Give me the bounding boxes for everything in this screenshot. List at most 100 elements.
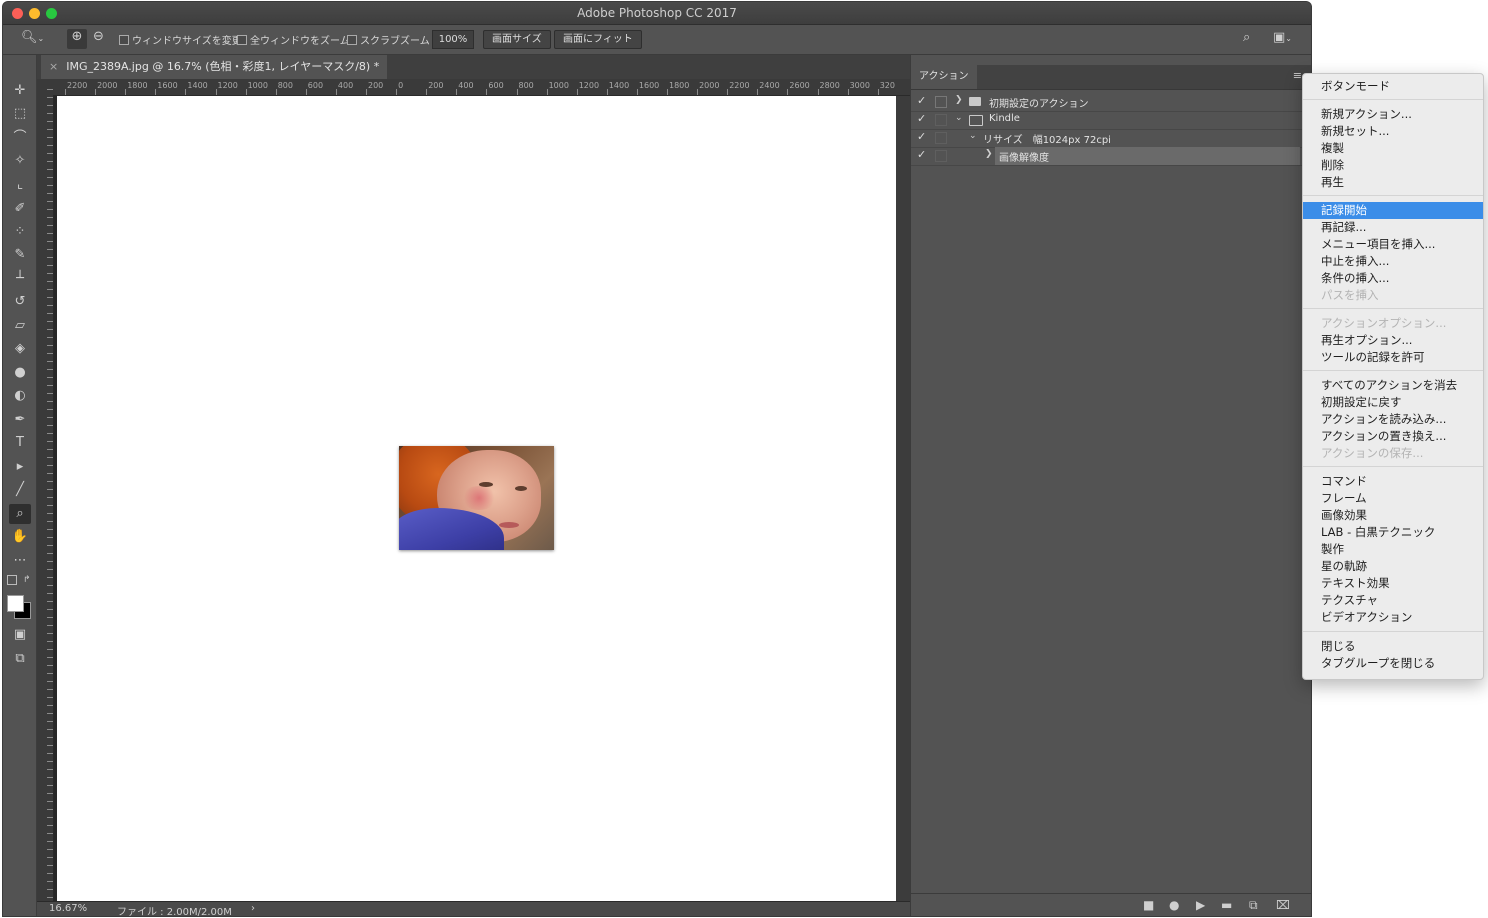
scrubby-zoom-checkbox[interactable]: スクラブズーム (347, 32, 430, 47)
toggle-check-icon[interactable]: ✓ (917, 112, 926, 125)
pen-icon[interactable]: ✒ (9, 410, 31, 430)
dialog-toggle-icon[interactable] (935, 96, 947, 108)
menu-item[interactable]: ボタンモード (1303, 78, 1483, 95)
toggle-check-icon[interactable]: ✓ (917, 130, 926, 143)
menu-item[interactable]: 製作 (1303, 541, 1483, 558)
dialog-toggle-icon[interactable] (935, 114, 947, 126)
stamp-icon[interactable]: ┴ (9, 269, 31, 289)
menu-item[interactable]: 閉じる (1303, 638, 1483, 655)
action-set-kindle[interactable]: ✓ ⌄ Kindle (911, 111, 1311, 130)
menu-item[interactable]: フレーム (1303, 490, 1483, 507)
menu-item[interactable]: 新規セット... (1303, 123, 1483, 140)
fit-screen-button[interactable]: 画面にフィット (554, 30, 642, 49)
blur-icon[interactable]: ● (9, 363, 31, 383)
healing-icon[interactable]: ⁘ (9, 222, 31, 242)
menu-item[interactable]: 記録開始 (1303, 202, 1483, 219)
search-icon[interactable]: ⌕ (1243, 30, 1250, 45)
menu-separator (1303, 631, 1483, 632)
marquee-icon[interactable]: ⬚ (9, 104, 31, 124)
menu-item[interactable]: 条件の挿入... (1303, 270, 1483, 287)
menu-item[interactable]: ツールの記録を許可 (1303, 349, 1483, 366)
quick-mask-icon[interactable]: ▣ (9, 625, 31, 645)
status-zoom[interactable]: 16.67% (49, 903, 87, 914)
type-icon[interactable]: T (9, 433, 31, 453)
line-icon[interactable]: ╱ (9, 480, 31, 500)
dodge-icon[interactable]: ◐ (9, 386, 31, 406)
trash-icon[interactable]: ⌧ (1276, 898, 1290, 912)
foreground-color-swatch[interactable] (7, 595, 24, 612)
menu-item[interactable]: 再記録... (1303, 219, 1483, 236)
document-canvas[interactable] (57, 96, 896, 901)
screen-mode-icon[interactable]: ⧉ (9, 649, 31, 669)
menu-item[interactable]: 削除 (1303, 157, 1483, 174)
menu-item[interactable]: テクスチャ (1303, 592, 1483, 609)
action-name: リサイズ 幅1024px 72cpi (983, 135, 1111, 146)
ruler-label: 600 (488, 81, 504, 90)
zoom-in-icon[interactable]: ⊕ (67, 29, 87, 49)
dialog-toggle-icon[interactable] (935, 150, 947, 162)
status-menu-arrow-icon[interactable]: › (251, 903, 255, 914)
toggle-check-icon[interactable]: ✓ (917, 148, 926, 161)
dialog-toggle-icon[interactable] (935, 132, 947, 144)
menu-item[interactable]: ビデオアクション (1303, 609, 1483, 626)
history-brush-icon[interactable]: ↺ (9, 292, 31, 312)
action-item-resize[interactable]: ✓ ⌄ リサイズ 幅1024px 72cpi (911, 129, 1311, 148)
close-tab-icon[interactable]: × (49, 60, 58, 73)
menu-item[interactable]: 再生 (1303, 174, 1483, 191)
play-icon[interactable]: ▶ (1196, 898, 1205, 912)
menu-item[interactable]: メニュー項目を挿入... (1303, 236, 1483, 253)
menu-item[interactable]: アクションの置き換え... (1303, 428, 1483, 445)
menu-item[interactable]: アクションを読み込み... (1303, 411, 1483, 428)
menu-item[interactable]: テキスト効果 (1303, 575, 1483, 592)
record-icon[interactable]: ● (1169, 898, 1179, 912)
eraser-icon[interactable]: ▱ (9, 316, 31, 336)
new-set-folder-icon[interactable]: ▬ (1221, 898, 1232, 912)
action-step-image-size[interactable]: ✓ ❯ 画像解像度 (911, 147, 1311, 166)
menu-item[interactable]: 複製 (1303, 140, 1483, 157)
action-set-default[interactable]: ✓ ❯ 初期設定のアクション (911, 93, 1311, 112)
resize-windows-checkbox[interactable]: ウィンドウサイズを変更 (119, 32, 242, 47)
menu-item[interactable]: 新規アクション... (1303, 106, 1483, 123)
menu-item[interactable]: コマンド (1303, 473, 1483, 490)
move-icon[interactable]: ✛ (9, 81, 31, 101)
menu-item[interactable]: すべてのアクションを消去 (1303, 377, 1483, 394)
zoom-all-checkbox[interactable]: 全ウィンドウをズーム (237, 32, 350, 47)
chevron-right-icon[interactable]: ❯ (955, 95, 963, 105)
menu-item[interactable]: 初期設定に戻す (1303, 394, 1483, 411)
menu-item[interactable]: 再生オプション... (1303, 332, 1483, 349)
hand-icon[interactable]: ✋ (9, 527, 31, 547)
toggle-check-icon[interactable]: ✓ (917, 94, 926, 107)
zoom-out-icon[interactable]: ⊖ (93, 29, 104, 44)
workspace-icon[interactable]: ▣⌄ (1273, 30, 1292, 45)
vertical-ruler (37, 79, 54, 901)
menu-item[interactable]: LAB - 白黒テクニック (1303, 524, 1483, 541)
zoom-percent-field[interactable]: 100% (432, 30, 474, 49)
ruler-label: 2800 (819, 81, 840, 90)
path-select-icon[interactable]: ▸ (9, 457, 31, 477)
menu-item[interactable]: 中止を挿入... (1303, 253, 1483, 270)
brush-icon[interactable]: ✎ (9, 245, 31, 265)
vertical-scrollbar[interactable] (896, 96, 910, 901)
crop-icon[interactable]: ⌞ (9, 175, 31, 195)
swap-colors-icon[interactable]: ↱ (23, 575, 31, 585)
panel-menu-icon[interactable]: ≡ (1293, 69, 1302, 82)
zoom-icon[interactable]: ⌕ (9, 504, 31, 524)
more-icon[interactable]: ⋯ (9, 551, 31, 571)
stop-icon[interactable]: ■ (1143, 898, 1154, 912)
new-action-icon[interactable]: ⧉ (1249, 898, 1258, 913)
document-tab[interactable]: × IMG_2389A.jpg @ 16.7% (色相・彩度1, レイヤーマスク/… (41, 55, 388, 79)
menu-item[interactable]: タブグループを閉じる (1303, 655, 1483, 672)
chevron-down-icon[interactable]: ⌄ (955, 113, 963, 123)
eyedropper-icon[interactable]: ✐ (9, 199, 31, 219)
paint-bucket-icon[interactable]: ◈ (9, 339, 31, 359)
zoom-tool-preset-icon[interactable]: 🔍︎⌄ (21, 30, 44, 45)
menu-item[interactable]: 画像効果 (1303, 507, 1483, 524)
chevron-down-icon[interactable]: ⌄ (969, 131, 977, 141)
actual-pixels-button[interactable]: 画面サイズ (483, 30, 551, 49)
magic-wand-icon[interactable]: ✧ (9, 151, 31, 171)
default-colors-icon[interactable] (7, 575, 17, 585)
menu-item[interactable]: 星の軌跡 (1303, 558, 1483, 575)
lasso-icon[interactable]: ⌒ (9, 128, 31, 148)
chevron-right-icon[interactable]: ❯ (985, 149, 993, 159)
tab-actions[interactable]: アクション (911, 65, 977, 89)
